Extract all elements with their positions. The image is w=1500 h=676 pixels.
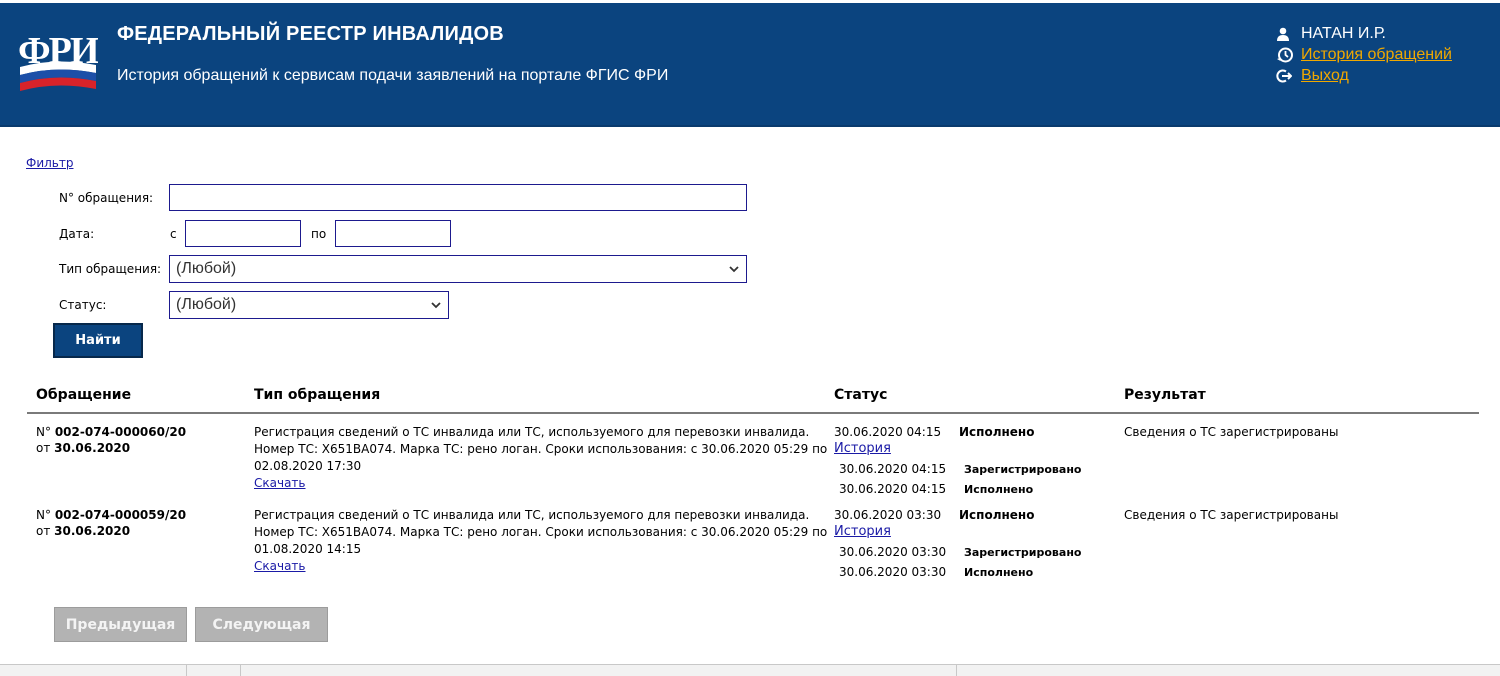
request-number: 002-074-000059/20 xyxy=(54,508,187,522)
next-page-button[interactable]: Следующая xyxy=(195,607,328,642)
chevron-down-icon xyxy=(729,266,739,273)
history-status: Зарегистрировано xyxy=(964,463,1082,476)
request-date: 30.06.2020 xyxy=(54,524,131,538)
request-number: 002-074-000060/20 xyxy=(54,425,187,439)
site-header: ФРИ ФЕДЕРАЛЬНЫЙ РЕЕСТР ИНВАЛИДОВ История… xyxy=(0,3,1500,127)
date-to-input[interactable] xyxy=(335,220,451,247)
fri-logo: ФРИ xyxy=(18,30,98,91)
date-from-label: с xyxy=(170,227,177,241)
status-select[interactable]: (Любой) xyxy=(169,291,449,319)
request-type-cell: Регистрация сведений о ТС инвалида или Т… xyxy=(254,507,834,575)
status-datetime: 30.06.2020 04:15 xyxy=(834,425,942,439)
date-label: Дата: xyxy=(59,227,95,241)
download-link[interactable]: Скачать xyxy=(254,476,306,490)
request-date-prefix: от xyxy=(36,441,51,455)
result-text: Сведения о ТС зарегистрированы xyxy=(1124,508,1339,522)
history-link[interactable]: История обращений xyxy=(1301,46,1452,64)
request-type-text: Регистрация сведений о ТС инвалида или Т… xyxy=(254,508,828,556)
request-type-value: (Любой) xyxy=(176,260,237,277)
user-menu: НАТАН И.Р. История обращений Выход xyxy=(1276,23,1452,86)
request-number-input[interactable] xyxy=(169,184,747,211)
logout-nav[interactable]: Выход xyxy=(1276,65,1452,86)
table-header-divider xyxy=(27,412,1479,414)
request-date: 30.06.2020 xyxy=(54,441,131,455)
result-text: Сведения о ТС зарегистрированы xyxy=(1124,425,1339,439)
status-current: Исполнено xyxy=(959,508,1035,522)
request-number-prefix: N° xyxy=(36,508,51,522)
user-row: НАТАН И.Р. xyxy=(1276,23,1452,44)
status-value: (Любой) xyxy=(176,296,237,313)
date-from-input[interactable] xyxy=(185,220,301,247)
filter-toggle-link[interactable]: Фильтр xyxy=(26,156,73,170)
date-to-label: по xyxy=(311,227,327,241)
history-datetime: 30.06.2020 04:15 xyxy=(839,462,947,476)
request-date-prefix: от xyxy=(36,524,51,538)
status-label: Статус: xyxy=(59,298,107,312)
bottom-divider xyxy=(186,665,187,676)
bottom-divider xyxy=(240,665,241,676)
history-status: Исполнено xyxy=(964,566,1034,579)
chevron-down-icon xyxy=(431,302,441,309)
logout-icon xyxy=(1276,68,1295,84)
history-datetime: 30.06.2020 03:30 xyxy=(839,565,947,579)
site-title: ФЕДЕРАЛЬНЫЙ РЕЕСТР ИНВАЛИДОВ xyxy=(117,23,504,45)
request-number-label: N° обращения: xyxy=(59,191,154,205)
user-icon xyxy=(1276,26,1295,42)
history-datetime: 30.06.2020 03:30 xyxy=(839,545,947,559)
history-datetime: 30.06.2020 04:15 xyxy=(839,482,947,496)
status-history-link[interactable]: История xyxy=(834,524,891,539)
status-current: Исполнено xyxy=(959,425,1035,439)
request-type-text: Регистрация сведений о ТС инвалида или Т… xyxy=(254,425,828,473)
history-status: Исполнено xyxy=(964,483,1034,496)
col-header-request: Обращение xyxy=(36,387,132,403)
svg-text:ФРИ: ФРИ xyxy=(18,30,98,72)
request-type-label: Тип обращения: xyxy=(59,262,162,276)
status-history-link[interactable]: История xyxy=(834,441,891,456)
download-link[interactable]: Скачать xyxy=(254,559,306,573)
request-cell: N° 002-074-000059/20 от 30.06.2020 xyxy=(36,507,186,539)
bottom-divider xyxy=(956,665,957,676)
col-header-status: Статус xyxy=(834,387,888,403)
status-datetime: 30.06.2020 03:30 xyxy=(834,508,942,522)
user-name: НАТАН И.Р. xyxy=(1301,24,1386,42)
prev-page-button[interactable]: Предыдущая xyxy=(54,607,187,642)
request-type-select[interactable]: (Любой) xyxy=(169,255,747,283)
request-number-prefix: N° xyxy=(36,425,51,439)
col-header-result: Результат xyxy=(1124,387,1206,403)
find-button[interactable]: Найти xyxy=(53,323,143,358)
logout-link[interactable]: Выход xyxy=(1301,67,1349,85)
history-icon xyxy=(1276,47,1295,63)
col-header-type: Тип обращения xyxy=(254,387,381,403)
history-status: Зарегистрировано xyxy=(964,546,1082,559)
bottom-scroll-bar xyxy=(0,664,1500,676)
site-subtitle: История обращений к сервисам подачи заяв… xyxy=(117,67,669,84)
request-type-cell: Регистрация сведений о ТС инвалида или Т… xyxy=(254,424,834,492)
request-cell: N° 002-074-000060/20 от 30.06.2020 xyxy=(36,424,186,456)
history-nav[interactable]: История обращений xyxy=(1276,44,1452,65)
